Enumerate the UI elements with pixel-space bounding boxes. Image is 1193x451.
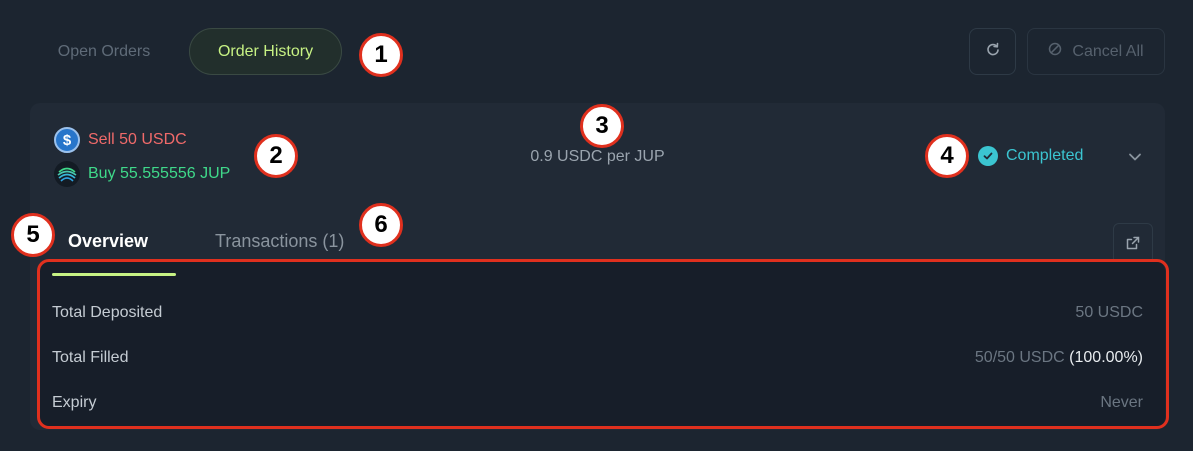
active-tab-indicator (52, 273, 176, 276)
annotation-badge: 2 (254, 134, 298, 178)
ban-icon (1048, 42, 1062, 61)
sell-amount: Sell 50 USDC (88, 131, 187, 148)
tab-overview[interactable]: Overview (68, 231, 148, 252)
check-circle-icon (978, 146, 998, 166)
detail-row-total-deposited: Total Deposited 50 USDC (52, 301, 1143, 325)
external-link-icon (1125, 235, 1141, 256)
fill-percentage: (100.00%) (1069, 349, 1143, 366)
detail-row-total-filled: Total Filled 50/50 USDC (100.00%) (52, 346, 1143, 370)
detail-value: Never (1100, 394, 1143, 411)
cancel-all-button[interactable]: Cancel All (1027, 28, 1165, 75)
tab-transactions[interactable]: Transactions (1) (215, 231, 344, 252)
detail-label: Total Deposited (52, 304, 163, 321)
detail-label: Total Filled (52, 349, 129, 366)
detail-row-expiry: Expiry Never (52, 391, 1143, 415)
refresh-button[interactable] (969, 28, 1016, 75)
annotation-badge: 6 (359, 203, 403, 247)
detail-value: 50/50 USDC (974, 349, 1065, 366)
chevron-down-icon[interactable] (1127, 149, 1143, 170)
annotation-badge: 3 (580, 104, 624, 148)
detail-label: Expiry (52, 394, 97, 411)
detail-value: 50 USDC (1075, 304, 1143, 321)
cancel-all-label: Cancel All (1072, 42, 1144, 60)
order-card[interactable]: $ Sell 50 USDC Buy 55.555556 JUP 0.9 USD… (30, 103, 1165, 430)
refresh-icon (986, 42, 1000, 61)
buy-amount: Buy 55.555556 JUP (88, 165, 231, 182)
tab-order-history[interactable]: Order History (189, 28, 342, 75)
annotation-badge: 4 (925, 134, 969, 178)
annotation-badge: 5 (11, 213, 55, 257)
orders-panel: Open Orders Order History Cancel All $ S… (0, 0, 1193, 451)
status-badge: Completed (978, 146, 1083, 166)
detail-value-group: 50/50 USDC (100.00%) (975, 349, 1143, 367)
order-details: Total Deposited 50 USDC Total Filled 50/… (38, 261, 1165, 428)
tab-open-orders[interactable]: Open Orders (34, 30, 174, 74)
status-label: Completed (1006, 147, 1084, 164)
annotation-badge: 1 (359, 33, 403, 77)
